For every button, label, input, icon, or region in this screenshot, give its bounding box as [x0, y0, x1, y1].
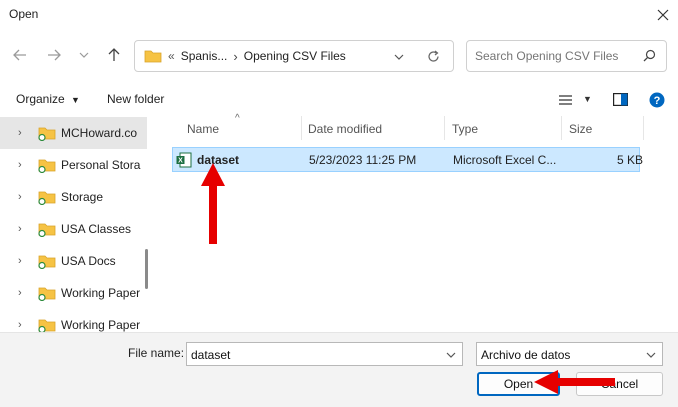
sidebar-scrollbar[interactable]: [145, 249, 148, 289]
search-input[interactable]: [475, 48, 640, 64]
synced-folder-icon: [38, 287, 56, 301]
file-name: dataset: [197, 153, 240, 167]
navigation-pane: › MCHoward.co › Personal Stora › Storage…: [0, 116, 150, 332]
chevron-right-icon[interactable]: ›: [18, 287, 28, 299]
chevron-down-icon: [79, 52, 89, 58]
preview-pane-icon[interactable]: [613, 93, 628, 106]
chevron-right-icon[interactable]: ›: [18, 191, 28, 203]
sidebar-item-label: Working Paper: [61, 318, 141, 332]
sidebar-item-working-papers-2[interactable]: › Working Paper: [0, 309, 147, 332]
file-row[interactable]: X dataset 5/23/2023 11:25 PM Microsoft E…: [172, 147, 644, 172]
chevron-down-icon[interactable]: [394, 54, 404, 60]
chevron-down-icon: [646, 352, 656, 358]
chevron-right-icon[interactable]: ›: [18, 255, 28, 267]
file-name-input[interactable]: [191, 347, 431, 362]
sidebar-item-personal-storage[interactable]: › Personal Stora: [0, 149, 147, 181]
view-list-icon[interactable]: [559, 95, 572, 105]
column-label: Name: [187, 122, 220, 136]
sidebar-item-usa-docs[interactable]: › USA Docs: [0, 245, 147, 277]
new-folder-button[interactable]: New folder: [107, 92, 164, 106]
arrow-up-icon: [108, 48, 120, 61]
window-title: Open: [9, 7, 39, 21]
caret-down-icon: ▼: [71, 95, 80, 105]
file-name-label: File name:: [128, 346, 185, 360]
back-button[interactable]: [9, 44, 31, 66]
organize-button[interactable]: Organize ▼: [16, 92, 80, 106]
file-name-combobox[interactable]: [186, 342, 463, 366]
breadcrumb-overflow[interactable]: «: [168, 49, 175, 63]
up-button[interactable]: [103, 44, 125, 66]
sidebar-item-storage[interactable]: › Storage: [0, 181, 147, 213]
sidebar-item-label: USA Classes: [61, 222, 132, 236]
search-icon[interactable]: [643, 49, 656, 62]
title-bar: Open: [0, 0, 678, 30]
sidebar-item-usa-classes[interactable]: › USA Classes: [0, 213, 147, 245]
synced-folder-icon: [38, 127, 56, 141]
file-list: Name ^ Date modified Type Size X dataset…: [150, 113, 678, 332]
chevron-right-icon[interactable]: ›: [18, 127, 28, 139]
command-bar: Organize ▼ New folder ▼ ?: [0, 82, 678, 116]
chevron-right-icon[interactable]: ›: [18, 319, 28, 331]
svg-text:X: X: [178, 158, 183, 165]
sidebar-item-label: Personal Stora: [61, 158, 141, 172]
file-type: Microsoft Excel C...: [453, 153, 557, 167]
chevron-right-icon[interactable]: ›: [18, 223, 28, 235]
column-header-date[interactable]: Date modified: [301, 116, 445, 140]
chevron-right-icon[interactable]: ›: [18, 159, 28, 171]
forward-button[interactable]: [43, 44, 65, 66]
address-bar[interactable]: « Spanis... › Opening CSV Files: [134, 40, 454, 72]
column-label: Type: [452, 122, 479, 136]
synced-folder-icon: [38, 255, 56, 269]
sort-ascending-icon: ^: [235, 113, 240, 124]
column-header-name[interactable]: Name ^: [180, 113, 302, 140]
close-icon: [657, 9, 669, 21]
arrow-left-icon: [13, 49, 26, 61]
synced-folder-icon: [38, 223, 56, 237]
cancel-button[interactable]: Cancel: [576, 372, 663, 396]
breadcrumb-separator: ›: [233, 48, 238, 64]
file-type-select[interactable]: Archivo de datos: [476, 342, 663, 366]
excel-csv-file-icon: X: [176, 152, 192, 168]
chevron-down-icon[interactable]: [446, 352, 456, 358]
file-type-value: Archivo de datos: [481, 348, 571, 362]
sidebar-item-mchoward[interactable]: › MCHoward.co: [0, 117, 147, 149]
sidebar-item-label: MCHoward.co: [61, 126, 138, 140]
help-icon[interactable]: ?: [649, 92, 665, 108]
dialog-footer: File name: Archivo de datos Open Cancel: [0, 332, 678, 407]
column-label: Date modified: [308, 122, 383, 136]
open-button[interactable]: Open: [477, 372, 560, 396]
sidebar-item-working-papers[interactable]: › Working Paper: [0, 277, 147, 309]
close-button[interactable]: [648, 0, 678, 30]
file-size: 5 KB: [617, 153, 644, 167]
folder-icon: [144, 50, 162, 63]
search-box[interactable]: [466, 40, 667, 72]
breadcrumb-item[interactable]: Opening CSV Files: [244, 49, 346, 63]
organize-label: Organize: [16, 92, 65, 106]
arrow-right-icon: [48, 49, 61, 61]
sidebar-item-label: Storage: [61, 190, 104, 204]
breadcrumb-item[interactable]: Spanis...: [181, 49, 228, 63]
sidebar-item-label: USA Docs: [61, 254, 116, 268]
sidebar-item-label: Working Paper: [61, 286, 141, 300]
svg-text:?: ?: [654, 95, 661, 107]
refresh-icon[interactable]: [427, 50, 440, 63]
column-label: Size: [569, 122, 593, 136]
view-options-caret-icon[interactable]: ▼: [583, 94, 592, 104]
synced-folder-icon: [38, 319, 56, 332]
file-date: 5/23/2023 11:25 PM: [309, 153, 417, 167]
column-header-size[interactable]: Size: [562, 116, 644, 140]
recent-locations-button[interactable]: [73, 44, 95, 66]
column-header-type[interactable]: Type: [445, 116, 562, 140]
synced-folder-icon: [38, 191, 56, 205]
synced-folder-icon: [38, 159, 56, 173]
navigation-bar: « Spanis... › Opening CSV Files: [0, 30, 678, 82]
